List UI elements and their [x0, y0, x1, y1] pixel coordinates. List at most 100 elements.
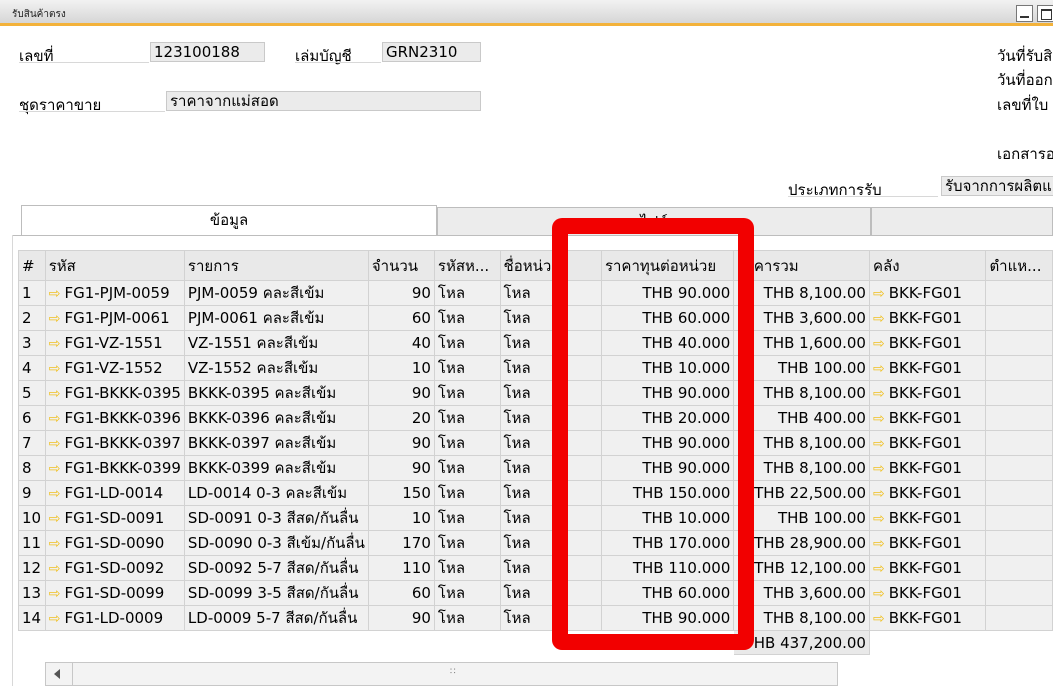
tab-extra[interactable] [871, 207, 1053, 235]
cell-warehouse[interactable]: ⇨ BKK-FG01 [868, 280, 987, 306]
link-arrow-icon[interactable]: ⇨ [873, 461, 885, 477]
cell-desc[interactable]: BKKK-0396 คละสีเข้ม [183, 405, 369, 431]
cell-warehouse[interactable]: ⇨ BKK-FG01 [868, 580, 987, 606]
table-row[interactable]: 3 ⇨ FG1-VZ-1551 VZ-1551 คละสีเข้ม 40 โหล โหล TH… [18, 330, 1053, 356]
cell-warehouse[interactable]: ⇨ BKK-FG01 [868, 330, 987, 356]
link-arrow-icon[interactable]: ⇨ [873, 536, 885, 552]
cell-no[interactable]: 13 [18, 580, 46, 606]
cell-qty[interactable]: 90 [367, 455, 435, 481]
cell-unit-code[interactable]: โหล [433, 305, 501, 331]
cell-warehouse[interactable]: ⇨ BKK-FG01 [868, 605, 987, 631]
cell-loc[interactable] [985, 430, 1053, 456]
cell-loc[interactable] [985, 455, 1053, 481]
link-arrow-icon[interactable]: ⇨ [873, 436, 885, 452]
cell-code[interactable]: ⇨ FG1-LD-0009 [44, 605, 185, 631]
cell-desc[interactable]: LD-0014 0-3 คละสีเข้ม [183, 480, 369, 506]
table-row[interactable]: 2 ⇨ FG1-PJM-0061 PJM-0061 คละสีเข้ม 60 โหล โหล… [18, 305, 1053, 331]
cell-code[interactable]: ⇨ FG1-VZ-1551 [44, 330, 185, 356]
header-col-desc[interactable]: รายการ [183, 250, 369, 281]
cell-qty[interactable]: 60 [367, 305, 435, 331]
link-arrow-icon[interactable]: ⇨ [873, 386, 885, 402]
cell-loc[interactable] [985, 405, 1053, 431]
cell-desc[interactable]: LD-0009 5-7 สีสด/กันลื่น [183, 605, 369, 631]
cell-total[interactable]: THB 3,600.00 [733, 580, 870, 606]
table-row[interactable]: 10 ⇨ FG1-SD-0091 SD-0091 0-3 สีสด/กันลื่น 10… [18, 505, 1053, 531]
table-row[interactable]: 11 ⇨ FG1-SD-0090 SD-0090 0-3 สีเข้ม/กันลื่น… [18, 530, 1053, 556]
cell-code[interactable]: ⇨ FG1-SD-0090 [44, 530, 185, 556]
header-col-code[interactable]: รหัส [44, 250, 185, 281]
link-arrow-icon[interactable]: ⇨ [49, 411, 61, 427]
link-arrow-icon[interactable]: ⇨ [873, 611, 885, 627]
link-arrow-icon[interactable]: ⇨ [49, 286, 61, 302]
cell-loc[interactable] [985, 530, 1053, 556]
cell-unit-code[interactable]: โหล [433, 580, 501, 606]
cell-unit-code[interactable]: โหล [433, 480, 501, 506]
cell-unit-code[interactable]: โหล [433, 405, 501, 431]
table-row[interactable]: 14 ⇨ FG1-LD-0009 LD-0009 5-7 สีสด/กันลื่น 90… [18, 605, 1053, 631]
cell-no[interactable]: 2 [18, 305, 46, 331]
cell-total[interactable]: THB 100.00 [733, 355, 870, 381]
cell-qty[interactable]: 150 [367, 480, 435, 506]
cell-code[interactable]: ⇨ FG1-BKKK-0397 [44, 430, 185, 456]
cell-desc[interactable]: BKKK-0397 คละสีเข้ม [183, 430, 369, 456]
cell-loc[interactable] [985, 555, 1053, 581]
cell-desc[interactable]: PJM-0059 คละสีเข้ม [183, 280, 369, 306]
minimize-button[interactable] [1016, 5, 1033, 22]
link-arrow-icon[interactable]: ⇨ [873, 311, 885, 327]
cell-warehouse[interactable]: ⇨ BKK-FG01 [868, 530, 987, 556]
cell-unit-code[interactable]: โหล [433, 380, 501, 406]
cell-code[interactable]: ⇨ FG1-BKKK-0396 [44, 405, 185, 431]
cell-total[interactable]: THB 8,100.00 [733, 380, 870, 406]
link-arrow-icon[interactable]: ⇨ [49, 386, 61, 402]
scroll-left-button[interactable] [46, 663, 73, 685]
link-arrow-icon[interactable]: ⇨ [873, 511, 885, 527]
cell-qty[interactable]: 90 [367, 380, 435, 406]
header-col-total[interactable]: ราคารวม [733, 250, 870, 281]
cell-qty[interactable]: 110 [367, 555, 435, 581]
table-row[interactable]: 5 ⇨ FG1-BKKK-0395 BKKK-0395 คละสีเข้ม 90 โหลโ… [18, 380, 1053, 406]
cell-no[interactable]: 11 [18, 530, 46, 556]
cell-loc[interactable] [985, 280, 1053, 306]
cell-qty[interactable]: 90 [367, 280, 435, 306]
cell-total[interactable]: THB 400.00 [733, 405, 870, 431]
receipt-type-dropdown[interactable]: รับจากการผลิตแ [941, 176, 1053, 196]
cell-total[interactable]: THB 100.00 [733, 505, 870, 531]
link-arrow-icon[interactable]: ⇨ [873, 286, 885, 302]
link-arrow-icon[interactable]: ⇨ [873, 561, 885, 577]
link-arrow-icon[interactable]: ⇨ [49, 311, 61, 327]
cell-unit-code[interactable]: โหล [433, 455, 501, 481]
cell-desc[interactable]: SD-0099 3-5 สีสด/กันลื่น [183, 580, 369, 606]
table-row[interactable]: 13 ⇨ FG1-SD-0099 SD-0099 3-5 สีสด/กันลื่น 60… [18, 580, 1053, 606]
cell-no[interactable]: 14 [18, 605, 46, 631]
cell-total[interactable]: THB 22,500.00 [733, 480, 870, 506]
cell-code[interactable]: ⇨ FG1-BKKK-0395 [44, 380, 185, 406]
link-arrow-icon[interactable]: ⇨ [49, 536, 61, 552]
cell-total[interactable]: THB 28,900.00 [733, 530, 870, 556]
cell-loc[interactable] [985, 480, 1053, 506]
cell-code[interactable]: ⇨ FG1-LD-0014 [44, 480, 185, 506]
cell-qty[interactable]: 90 [367, 430, 435, 456]
cell-qty[interactable]: 90 [367, 605, 435, 631]
link-arrow-icon[interactable]: ⇨ [49, 611, 61, 627]
cell-desc[interactable]: VZ-1551 คละสีเข้ม [183, 330, 369, 356]
cell-total[interactable]: THB 8,100.00 [733, 280, 870, 306]
table-row[interactable]: 7 ⇨ FG1-BKKK-0397 BKKK-0397 คละสีเข้ม 90 โหลโ… [18, 430, 1053, 456]
cell-desc[interactable]: SD-0090 0-3 สีเข้ม/กันลื่น [183, 530, 369, 556]
link-arrow-icon[interactable]: ⇨ [873, 586, 885, 602]
table-row[interactable]: 1 ⇨ FG1-PJM-0059 PJM-0059 คละสีเข้ม 90 โหล โหล… [18, 280, 1053, 306]
cell-qty[interactable]: 40 [367, 330, 435, 356]
link-arrow-icon[interactable]: ⇨ [49, 586, 61, 602]
link-arrow-icon[interactable]: ⇨ [49, 461, 61, 477]
link-arrow-icon[interactable]: ⇨ [49, 486, 61, 502]
maximize-button[interactable] [1037, 5, 1053, 22]
cell-loc[interactable] [985, 505, 1053, 531]
cell-total[interactable]: THB 8,100.00 [733, 455, 870, 481]
cell-qty[interactable]: 170 [367, 530, 435, 556]
cell-loc[interactable] [985, 305, 1053, 331]
header-col-location[interactable]: ตำแห... [985, 250, 1053, 281]
cell-no[interactable]: 10 [18, 505, 46, 531]
cell-warehouse[interactable]: ⇨ BKK-FG01 [868, 305, 987, 331]
cell-no[interactable]: 4 [18, 355, 46, 381]
cell-no[interactable]: 12 [18, 555, 46, 581]
cell-qty[interactable]: 60 [367, 580, 435, 606]
